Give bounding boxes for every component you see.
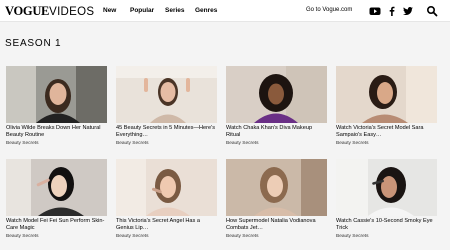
facebook-icon[interactable] [386, 5, 398, 17]
video-card[interactable]: 45 Beauty Secrets in 5 Minutes—Here's Ev… [116, 66, 217, 147]
video-title[interactable]: This Victoria's Secret Angel Has a Geniu… [116, 218, 217, 233]
video-card[interactable]: Watch Cassie's 10-Second Smoky Eye Trick… [336, 159, 437, 240]
logo-vogue-text: VOGUE [5, 4, 50, 18]
video-card[interactable]: Watch Chaka Khan's Diva Makeup Ritual Be… [226, 66, 327, 147]
video-thumbnail[interactable] [6, 159, 107, 216]
video-card[interactable]: Watch Victoria's Secret Model Sara Sampa… [336, 66, 437, 147]
video-category[interactable]: Beauty Secrets [116, 234, 217, 240]
video-category[interactable]: Beauty Secrets [116, 141, 217, 147]
vogue-videos-logo[interactable]: VOGUE VIDEOS [5, 3, 94, 19]
video-category[interactable]: Beauty Secrets [336, 234, 437, 240]
video-title[interactable]: How Supermodel Natalia Vodianova Combats… [226, 218, 327, 233]
goto-vogue-link[interactable]: Go to Vogue.com [306, 6, 352, 15]
video-thumbnail[interactable] [116, 159, 217, 216]
twitter-icon[interactable] [402, 5, 414, 17]
video-thumbnail[interactable] [226, 66, 327, 123]
video-category[interactable]: Beauty Secrets [6, 234, 107, 240]
video-card[interactable]: Olivia Wilde Breaks Down Her Natural Bea… [6, 66, 107, 147]
video-category[interactable]: Beauty Secrets [336, 141, 437, 147]
top-header: VOGUE VIDEOS New Popular Series Genres G… [0, 0, 450, 22]
video-title[interactable]: Watch Model Fei Fei Sun Perform Skin-Car… [6, 218, 107, 233]
nav-popular[interactable]: Popular [130, 6, 154, 15]
nav-genres[interactable]: Genres [195, 6, 217, 15]
youtube-icon[interactable] [369, 5, 381, 17]
nav-series[interactable]: Series [165, 6, 185, 15]
logo-videos-text: VIDEOS [49, 6, 95, 18]
video-card[interactable]: How Supermodel Natalia Vodianova Combats… [226, 159, 327, 240]
video-card[interactable]: This Victoria's Secret Angel Has a Geniu… [116, 159, 217, 240]
video-title[interactable]: Olivia Wilde Breaks Down Her Natural Bea… [6, 125, 107, 140]
video-title[interactable]: 45 Beauty Secrets in 5 Minutes—Here's Ev… [116, 125, 217, 140]
video-title[interactable]: Watch Chaka Khan's Diva Makeup Ritual [226, 125, 327, 140]
video-thumbnail[interactable] [226, 159, 327, 216]
video-title[interactable]: Watch Cassie's 10-Second Smoky Eye Trick [336, 218, 437, 233]
video-thumbnail[interactable] [336, 159, 437, 216]
video-thumbnail[interactable] [6, 66, 107, 123]
video-card[interactable]: Watch Model Fei Fei Sun Perform Skin-Car… [6, 159, 107, 240]
nav-new[interactable]: New [103, 6, 116, 15]
video-thumbnail[interactable] [116, 66, 217, 123]
video-category[interactable]: Beauty Secrets [226, 234, 327, 240]
video-category[interactable]: Beauty Secrets [226, 141, 327, 147]
video-title[interactable]: Watch Victoria's Secret Model Sara Sampa… [336, 125, 437, 140]
video-category[interactable]: Beauty Secrets [6, 141, 107, 147]
video-thumbnail[interactable] [336, 66, 437, 123]
season-heading: SEASON 1 [5, 38, 62, 49]
search-icon[interactable] [426, 5, 438, 17]
